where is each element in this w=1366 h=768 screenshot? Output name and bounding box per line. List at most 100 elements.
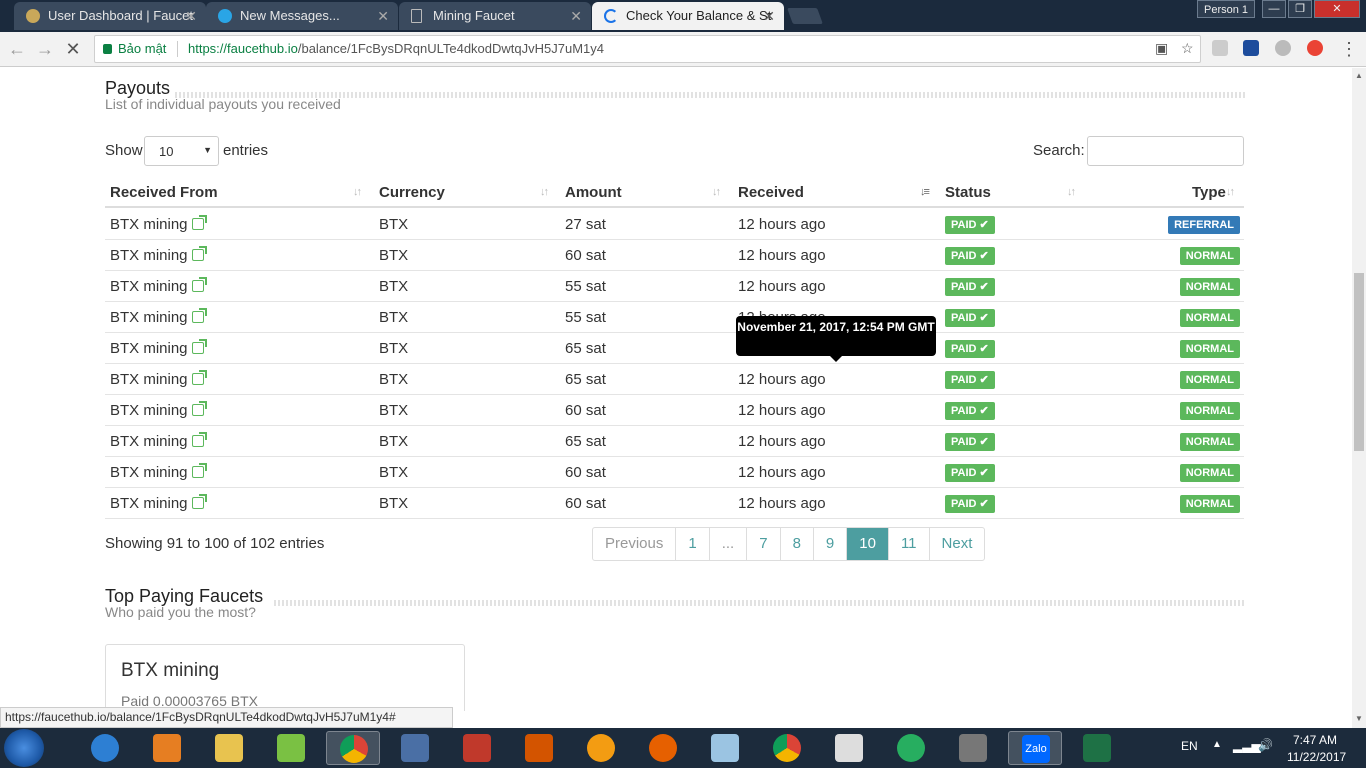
faucet-name-link[interactable]: BTX mining: [110, 464, 188, 481]
column-header-received-from[interactable]: Received From: [110, 184, 218, 201]
taskbar-globe[interactable]: [884, 731, 938, 765]
faucet-name-link[interactable]: BTX mining: [110, 495, 188, 512]
faucet-name-link[interactable]: BTX mining: [110, 402, 188, 419]
page-scrollbar[interactable]: ▲ ▼: [1352, 68, 1366, 728]
volume-icon[interactable]: 🔊: [1258, 738, 1273, 752]
taskbar-321[interactable]: [512, 731, 566, 765]
google-extension-icon[interactable]: [1307, 40, 1323, 56]
tab-user-dashboard[interactable]: User Dashboard | Faucet ✕: [14, 2, 206, 30]
sort-desc-icon[interactable]: ↓≡: [920, 186, 930, 198]
pagination-page[interactable]: 11: [889, 528, 930, 560]
sort-icon[interactable]: ↓↑: [1067, 186, 1076, 198]
external-link-icon[interactable]: [191, 401, 207, 416]
clock-time[interactable]: 7:47 AM: [1293, 733, 1337, 747]
taskbar-bluestacks[interactable]: [264, 731, 318, 765]
tray-expand-icon[interactable]: ▲: [1212, 739, 1222, 750]
tab-mining-faucet[interactable]: Mining Faucet ✕: [399, 2, 591, 30]
cell-received-from[interactable]: BTX mining: [110, 246, 207, 264]
taskbar-chrome[interactable]: [326, 731, 380, 765]
pagination-next[interactable]: Next: [930, 528, 985, 560]
language-indicator[interactable]: EN: [1181, 739, 1198, 753]
cell-received-from[interactable]: BTX mining: [110, 308, 207, 326]
external-link-icon[interactable]: [191, 370, 207, 385]
taskbar-media[interactable]: [140, 731, 194, 765]
cell-received-from[interactable]: BTX mining: [110, 494, 207, 512]
back-arrow-icon[interactable]: ←: [6, 38, 28, 60]
column-header-received[interactable]: Received: [738, 184, 804, 201]
window-close-button[interactable]: ✕: [1314, 0, 1360, 18]
taskbar-uc[interactable]: [574, 731, 628, 765]
faucet-name-link[interactable]: BTX mining: [110, 278, 188, 295]
new-tab-button[interactable]: [787, 8, 823, 24]
taskbar-mic[interactable]: [946, 731, 1000, 765]
menu-dots-icon[interactable]: ⋮: [1338, 38, 1360, 60]
sort-icon[interactable]: ↓↑: [540, 186, 549, 198]
taskbar-notes[interactable]: [698, 731, 752, 765]
close-icon[interactable]: ✕: [570, 2, 582, 30]
shield-extension-icon[interactable]: [1212, 40, 1228, 56]
taskbar-explorer[interactable]: [202, 731, 256, 765]
close-icon[interactable]: ✕: [185, 2, 197, 30]
close-icon[interactable]: ✕: [763, 2, 775, 30]
scroll-up-arrow-icon[interactable]: ▲: [1355, 71, 1363, 80]
taskbar-remote[interactable]: [388, 731, 442, 765]
cell-received-from[interactable]: BTX mining: [110, 401, 207, 419]
taskbar-chrome-2[interactable]: [760, 731, 814, 765]
faucet-name-link[interactable]: BTX mining: [110, 247, 188, 264]
scroll-down-arrow-icon[interactable]: ▼: [1355, 714, 1363, 723]
external-link-icon[interactable]: [191, 308, 207, 323]
start-button[interactable]: [4, 729, 44, 767]
sort-icon[interactable]: ↓↑: [712, 186, 721, 198]
external-link-icon[interactable]: [191, 215, 207, 230]
taskbar-firefox[interactable]: [636, 731, 690, 765]
external-link-icon[interactable]: [191, 246, 207, 261]
taskbar-spreadsheet[interactable]: [1070, 731, 1124, 765]
sort-icon[interactable]: ↓↑: [1226, 186, 1235, 198]
column-header-currency[interactable]: Currency: [379, 184, 445, 201]
cell-received-from[interactable]: BTX mining: [110, 463, 207, 481]
pagination-page[interactable]: 1: [676, 528, 710, 560]
network-icon[interactable]: ▂▃▅: [1233, 739, 1261, 753]
column-header-amount[interactable]: Amount: [565, 184, 622, 201]
cloud-extension-icon[interactable]: [1275, 40, 1291, 56]
sort-icon[interactable]: ↓↑: [353, 186, 362, 198]
profile-button[interactable]: Person 1: [1197, 0, 1255, 18]
external-link-icon[interactable]: [191, 494, 207, 509]
pagination-previous[interactable]: Previous: [593, 528, 677, 560]
taskbar-zalo[interactable]: Zalo: [1008, 731, 1062, 765]
j-extension-icon[interactable]: [1243, 40, 1259, 56]
stop-loading-icon[interactable]: ✕: [62, 38, 84, 60]
taskbar-ie[interactable]: [78, 731, 132, 765]
entries-select[interactable]: 10 ▼: [144, 136, 219, 166]
external-link-icon[interactable]: [191, 432, 207, 447]
taskbar-unikey[interactable]: [450, 731, 504, 765]
close-icon[interactable]: ✕: [377, 2, 389, 30]
bookmark-star-icon[interactable]: ☆: [1181, 40, 1194, 57]
maximize-button[interactable]: ❐: [1288, 0, 1312, 18]
pagination-current-page[interactable]: 10: [847, 528, 889, 560]
column-header-status[interactable]: Status: [945, 184, 991, 201]
external-link-icon[interactable]: [191, 339, 207, 354]
faucet-name-link[interactable]: BTX mining: [110, 309, 188, 326]
pagination-page[interactable]: 9: [814, 528, 848, 560]
scrollbar-thumb[interactable]: [1354, 273, 1364, 451]
tab-check-balance[interactable]: Check Your Balance & St ✕: [592, 2, 784, 30]
external-link-icon[interactable]: [191, 463, 207, 478]
pagination-page[interactable]: 7: [747, 528, 781, 560]
cell-received-from[interactable]: BTX mining: [110, 215, 207, 233]
url-text[interactable]: https://faucethub.io/balance/1FcBysDRqnU…: [188, 41, 604, 56]
clock-date[interactable]: 11/22/2017: [1287, 750, 1346, 764]
cell-received-from[interactable]: BTX mining: [110, 339, 207, 357]
external-link-icon[interactable]: [191, 277, 207, 292]
faucet-name-link[interactable]: BTX mining: [110, 371, 188, 388]
column-header-type[interactable]: Type: [1192, 184, 1226, 201]
translate-icon[interactable]: ▣: [1155, 40, 1168, 57]
search-input[interactable]: [1087, 136, 1244, 166]
minimize-button[interactable]: —: [1262, 0, 1286, 18]
faucet-name-link[interactable]: BTX mining: [110, 216, 188, 233]
cell-received-from[interactable]: BTX mining: [110, 432, 207, 450]
cell-received-from[interactable]: BTX mining: [110, 277, 207, 295]
security-indicator[interactable]: Bảo mật: [103, 41, 166, 56]
forward-arrow-icon[interactable]: →: [34, 38, 56, 60]
faucet-name-link[interactable]: BTX mining: [110, 340, 188, 357]
